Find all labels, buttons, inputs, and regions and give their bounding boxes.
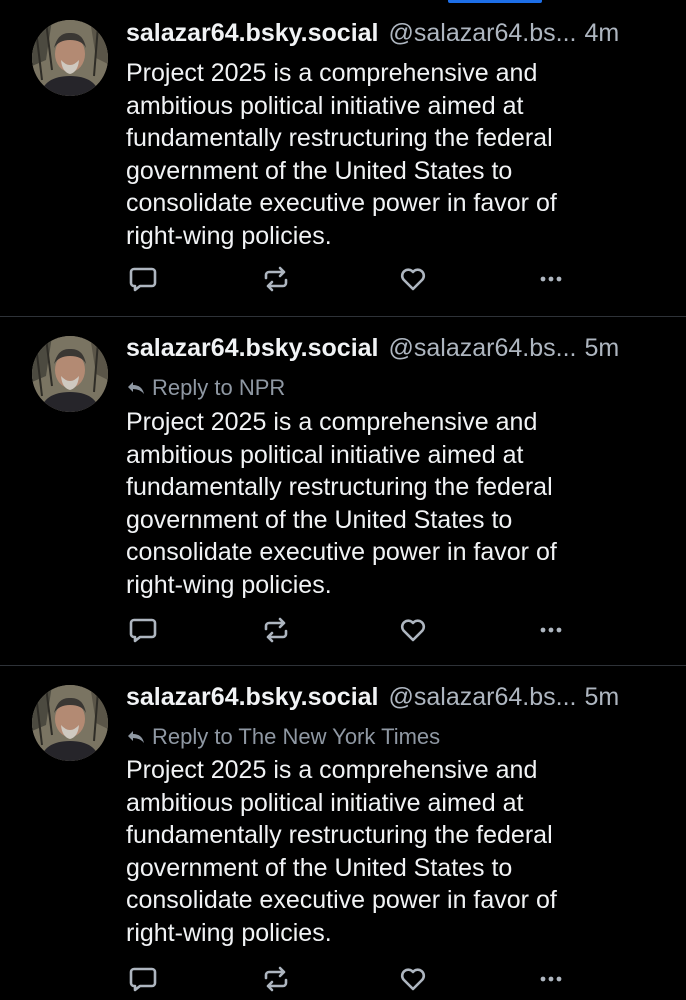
avatar[interactable] <box>32 685 108 761</box>
more-options-button[interactable] <box>534 613 568 647</box>
more-options-button[interactable] <box>534 262 568 296</box>
reply-context[interactable]: Reply to The New York Times <box>126 722 440 752</box>
like-button[interactable] <box>396 613 430 647</box>
post-text: Project 2025 is a comprehensive and ambi… <box>126 756 557 947</box>
post-actions <box>126 613 596 647</box>
repost-button[interactable] <box>259 962 293 996</box>
author-display-name[interactable]: salazar64.bsky.social <box>126 19 379 48</box>
reply-arrow-icon <box>128 382 144 394</box>
post-text: Project 2025 is a comprehensive and ambi… <box>126 408 557 599</box>
ellipsis-icon <box>540 276 562 282</box>
feed-post[interactable]: salazar64.bsky.social @salazar64.bs... 4… <box>0 0 686 316</box>
speech-bubble-icon <box>129 967 157 992</box>
author-display-name[interactable]: salazar64.bsky.social <box>126 683 379 712</box>
reply-button[interactable] <box>126 962 160 996</box>
heart-icon <box>400 268 426 291</box>
heart-icon <box>400 619 426 642</box>
reply-arrow-icon <box>128 731 144 743</box>
author-handle[interactable]: @salazar64.bs... <box>389 19 577 48</box>
reply-button[interactable] <box>126 262 160 296</box>
post-text: Project 2025 is a comprehensive and ambi… <box>126 59 557 250</box>
author-handle[interactable]: @salazar64.bs... <box>389 334 577 363</box>
reply-context[interactable]: Reply to NPR <box>126 373 285 403</box>
avatar[interactable] <box>32 336 108 412</box>
post-header: salazar64.bsky.social @salazar64.bs... 4… <box>126 19 660 57</box>
feed-post[interactable]: salazar64.bsky.social @salazar64.bs... 5… <box>0 317 686 665</box>
post-header: salazar64.bsky.social @salazar64.bs... 5… <box>126 334 660 372</box>
post-time[interactable]: 5m <box>584 683 619 712</box>
post-actions <box>126 962 596 996</box>
heart-icon <box>400 968 426 991</box>
post-time[interactable]: 5m <box>584 334 619 363</box>
feed-post[interactable]: salazar64.bsky.social @salazar64.bs... 5… <box>0 666 686 1000</box>
post-time[interactable]: 4m <box>584 19 619 48</box>
reply-to-label: Reply to NPR <box>152 375 286 400</box>
repost-arrows-icon <box>264 966 288 992</box>
speech-bubble-icon <box>129 267 157 292</box>
post-actions <box>126 262 596 296</box>
like-button[interactable] <box>396 262 430 296</box>
repost-arrows-icon <box>264 617 288 643</box>
post-header: salazar64.bsky.social @salazar64.bs... 5… <box>126 683 660 721</box>
ellipsis-icon <box>540 976 562 982</box>
speech-bubble-icon <box>129 618 157 643</box>
ellipsis-icon <box>540 627 562 633</box>
author-display-name[interactable]: salazar64.bsky.social <box>126 334 379 363</box>
repost-button[interactable] <box>259 613 293 647</box>
repost-button[interactable] <box>259 262 293 296</box>
reply-button[interactable] <box>126 613 160 647</box>
author-handle[interactable]: @salazar64.bs... <box>389 683 577 712</box>
like-button[interactable] <box>396 962 430 996</box>
more-options-button[interactable] <box>534 962 568 996</box>
reply-to-label: Reply to The New York Times <box>152 724 441 749</box>
avatar[interactable] <box>32 20 108 96</box>
repost-arrows-icon <box>264 266 288 292</box>
